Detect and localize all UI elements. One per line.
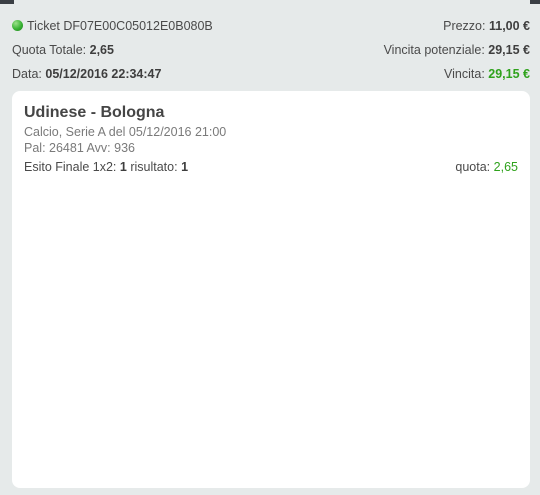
ticket-header-row: Ticket DF07E00C05012E0B080B Prezzo: 11,0… (12, 17, 530, 35)
event-details: Calcio, Serie A del 05/12/2016 21:00 (24, 125, 227, 139)
vincita-value: 29,15 € (488, 67, 530, 81)
date-row: Data: 05/12/2016 22:34:47 Vincita: 29,15… (12, 65, 530, 83)
bet-outcome: Esito Finale 1x2: 1 risultato: 1 (24, 160, 188, 174)
bet-quota: quota: 2,65 (455, 160, 518, 174)
top-border (0, 0, 540, 4)
result-value: 1 (181, 160, 189, 174)
market-value: 1 (119, 160, 127, 174)
price-label: Prezzo: (443, 19, 486, 33)
market-label: Esito Finale 1x2: (24, 160, 117, 174)
vincita-potenziale-group: Vincita potenziale: 29,15 € (384, 41, 530, 59)
bet-row: Esito Finale 1x2: 1 risultato: 1 quota: … (24, 160, 518, 176)
vincita-label: Vincita: (444, 67, 485, 81)
result-label: risultato: (130, 160, 178, 174)
ticket-label: Ticket (27, 19, 60, 33)
quota-totale-group: Quota Totale: 2,65 (12, 41, 114, 59)
quota-value: 2,65 (493, 160, 518, 174)
top-border-left (0, 0, 14, 4)
quota-totale-label: Quota Totale: (12, 43, 87, 57)
quota-row: Quota Totale: 2,65 Vincita potenziale: 2… (12, 41, 530, 59)
date-value: 05/12/2016 22:34:47 (45, 67, 162, 81)
price-value: 11,00 € (488, 19, 530, 33)
date-group: Data: 05/12/2016 22:34:47 (12, 65, 161, 83)
vincita-potenziale-value: 29,15 € (488, 43, 530, 57)
vincita-group: Vincita: 29,15 € (444, 65, 530, 83)
quota-label: quota: (455, 160, 491, 174)
quota-totale-value: 2,65 (89, 43, 114, 57)
event-card: Udinese - Bologna Calcio, Serie A del 05… (12, 91, 530, 488)
match-title: Udinese - Bologna (24, 104, 165, 121)
pal-avv: Pal: 26481 Avv: 936 (24, 141, 135, 155)
date-label: Data: (12, 67, 42, 81)
ticket-id: DF07E00C05012E0B080B (63, 19, 213, 33)
vincita-potenziale-label: Vincita potenziale: (383, 43, 485, 57)
top-border-right (530, 0, 540, 4)
price-group: Prezzo: 11,00 € (443, 17, 530, 35)
status-dot-icon (12, 20, 23, 31)
ticket-id-group: Ticket DF07E00C05012E0B080B (12, 17, 213, 35)
